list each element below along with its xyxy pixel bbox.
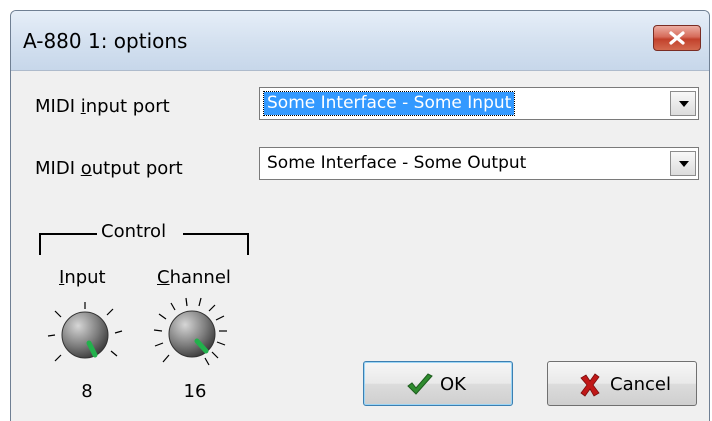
channel-knob-value: 16 <box>183 381 207 402</box>
control-group-title: Control <box>101 221 167 242</box>
midi-output-dropdown-button[interactable] <box>670 151 696 176</box>
chevron-down-icon <box>679 161 689 167</box>
input-knob[interactable] <box>47 299 127 375</box>
midi-input-select[interactable]: Some Interface - Some Input <box>259 87 699 120</box>
close-button[interactable] <box>653 25 701 51</box>
cancel-x-icon <box>580 373 600 397</box>
options-dialog: A-880 1: options MIDI input port Some In… <box>10 10 710 421</box>
group-border-left <box>39 233 97 235</box>
group-border-left-tick <box>39 233 41 255</box>
channel-knob-label: Channel <box>157 267 231 288</box>
cancel-button-label: Cancel <box>610 374 671 395</box>
window-title: A-880 1: options <box>23 29 188 53</box>
midi-input-dropdown-button[interactable] <box>670 91 696 116</box>
group-border-right <box>183 233 249 235</box>
title-bar[interactable]: A-880 1: options <box>11 11 709 71</box>
group-border-right-tick <box>247 233 249 255</box>
midi-input-value: Some Interface - Some Input <box>262 91 516 116</box>
chevron-down-icon <box>679 101 689 107</box>
ok-button-label: OK <box>440 374 466 395</box>
ok-button[interactable]: OK <box>363 361 513 406</box>
midi-output-label: MIDI output port <box>35 158 183 179</box>
midi-output-select[interactable]: Some Interface - Some Output <box>259 147 699 180</box>
midi-input-label: MIDI input port <box>35 96 170 117</box>
cancel-button[interactable]: Cancel <box>547 361 697 406</box>
midi-output-value: Some Interface - Some Output <box>267 153 527 173</box>
channel-knob[interactable] <box>151 295 235 375</box>
checkmark-icon <box>407 373 433 395</box>
close-icon <box>669 31 685 45</box>
input-knob-value: 8 <box>81 381 93 402</box>
input-knob-label: Input <box>59 267 106 288</box>
